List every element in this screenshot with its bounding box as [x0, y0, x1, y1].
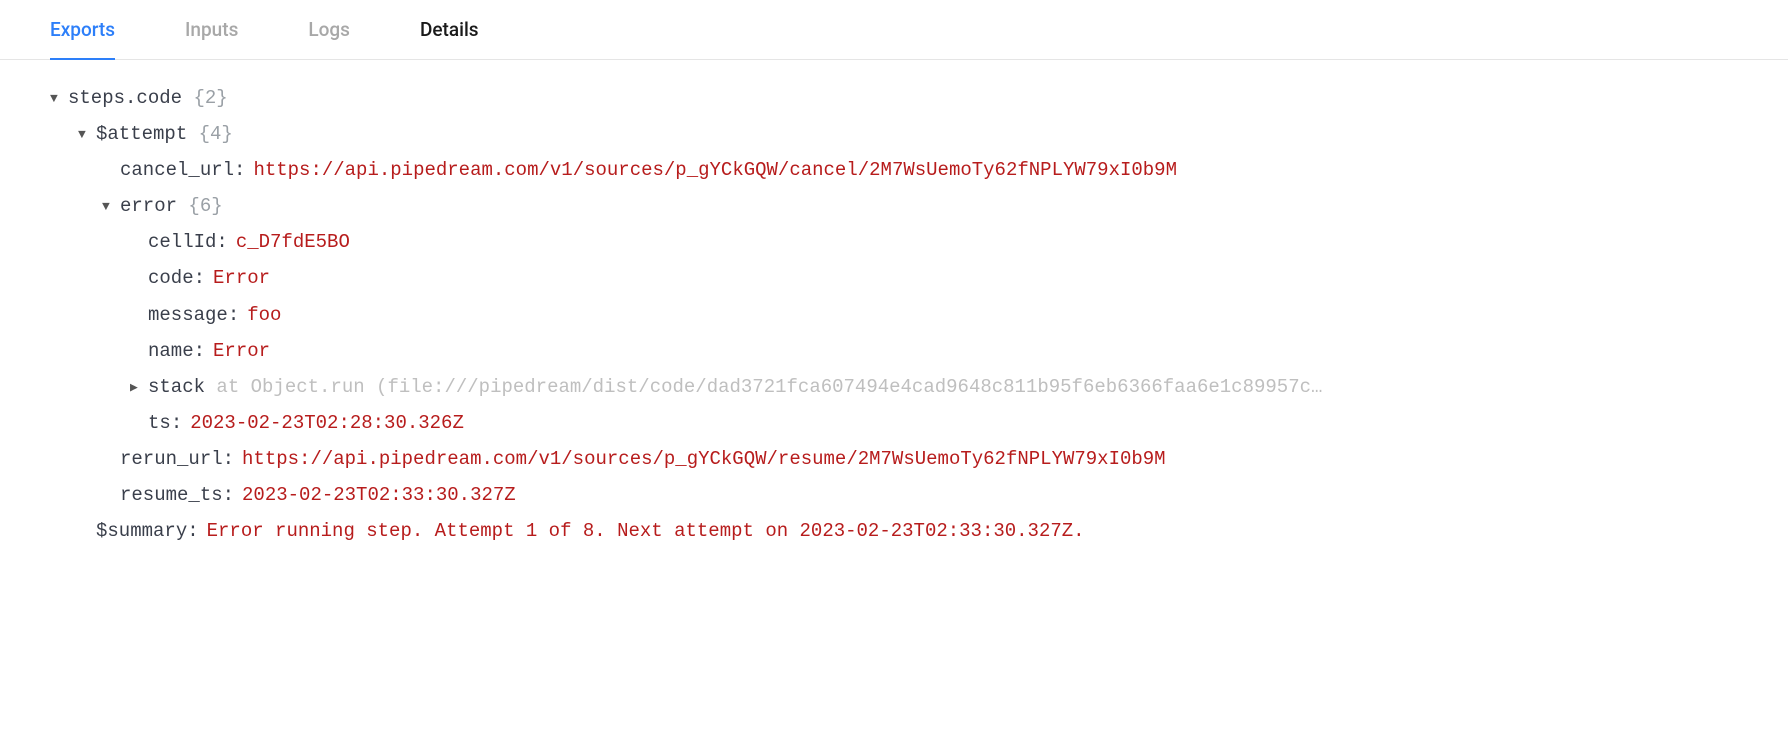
- count-badge: {2}: [193, 80, 227, 116]
- tab-details[interactable]: Details: [420, 18, 479, 60]
- ellipsis: …: [1311, 369, 1322, 405]
- tree-leaf-summary[interactable]: $summary: Error running step. Attempt 1 …: [50, 513, 1738, 549]
- caret-down-icon[interactable]: ▼: [78, 123, 96, 148]
- value-text: c_D7fdE5BO: [236, 224, 350, 260]
- tree-leaf-code[interactable]: code: Error: [50, 260, 1738, 296]
- tree-leaf-name[interactable]: name: Error: [50, 333, 1738, 369]
- key-label: resume_ts: [120, 477, 223, 513]
- tree-leaf-ts[interactable]: ts: 2023-02-23T02:28:30.326Z: [50, 405, 1738, 441]
- tree-node-stack[interactable]: ▶ stack at Object.run (file:///pipedream…: [50, 369, 1738, 405]
- value-text: Error: [213, 333, 270, 369]
- tree-node-root[interactable]: ▼ steps.code {2}: [50, 80, 1738, 116]
- caret-down-icon[interactable]: ▼: [50, 87, 68, 112]
- key-label: code: [148, 260, 194, 296]
- tab-bar: Exports Inputs Logs Details: [0, 0, 1788, 60]
- key-label: cancel_url: [120, 152, 234, 188]
- key-label: $attempt: [96, 116, 187, 152]
- tab-logs[interactable]: Logs: [308, 18, 350, 60]
- tree-node-attempt[interactable]: ▼ $attempt {4}: [50, 116, 1738, 152]
- value-text: Error running step. Attempt 1 of 8. Next…: [207, 513, 1085, 549]
- key-label: rerun_url: [120, 441, 223, 477]
- value-text: https://api.pipedream.com/v1/sources/p_g…: [242, 441, 1166, 477]
- key-label: ts: [148, 405, 171, 441]
- tab-exports[interactable]: Exports: [50, 18, 115, 60]
- key-label: $summary: [96, 513, 187, 549]
- key-label: steps.code: [68, 80, 182, 116]
- key-label: name: [148, 333, 194, 369]
- key-label: stack: [148, 369, 205, 405]
- value-text: 2023-02-23T02:33:30.327Z: [242, 477, 516, 513]
- stack-preview: at Object.run (file:///pipedream/dist/co…: [216, 369, 1311, 405]
- tree-content: ▼ steps.code {2} ▼ $attempt {4} cancel_u…: [0, 60, 1788, 569]
- caret-right-icon[interactable]: ▶: [130, 376, 148, 401]
- key-label: message: [148, 297, 228, 333]
- value-text: foo: [247, 297, 281, 333]
- value-text: 2023-02-23T02:28:30.326Z: [190, 405, 464, 441]
- key-label: cellId: [148, 224, 216, 260]
- tree-leaf-message[interactable]: message: foo: [50, 297, 1738, 333]
- value-text: https://api.pipedream.com/v1/sources/p_g…: [253, 152, 1177, 188]
- tree-leaf-cellid[interactable]: cellId: c_D7fdE5BO: [50, 224, 1738, 260]
- count-badge: {6}: [188, 188, 222, 224]
- caret-down-icon[interactable]: ▼: [102, 195, 120, 220]
- tree-node-error[interactable]: ▼ error {6}: [50, 188, 1738, 224]
- tree-leaf-resume-ts[interactable]: resume_ts: 2023-02-23T02:33:30.327Z: [50, 477, 1738, 513]
- tree-leaf-rerun-url[interactable]: rerun_url: https://api.pipedream.com/v1/…: [50, 441, 1738, 477]
- count-badge: {4}: [199, 116, 233, 152]
- value-text: Error: [213, 260, 270, 296]
- tree-leaf-cancel-url[interactable]: cancel_url: https://api.pipedream.com/v1…: [50, 152, 1738, 188]
- tab-inputs[interactable]: Inputs: [185, 18, 238, 60]
- key-label: error: [120, 188, 177, 224]
